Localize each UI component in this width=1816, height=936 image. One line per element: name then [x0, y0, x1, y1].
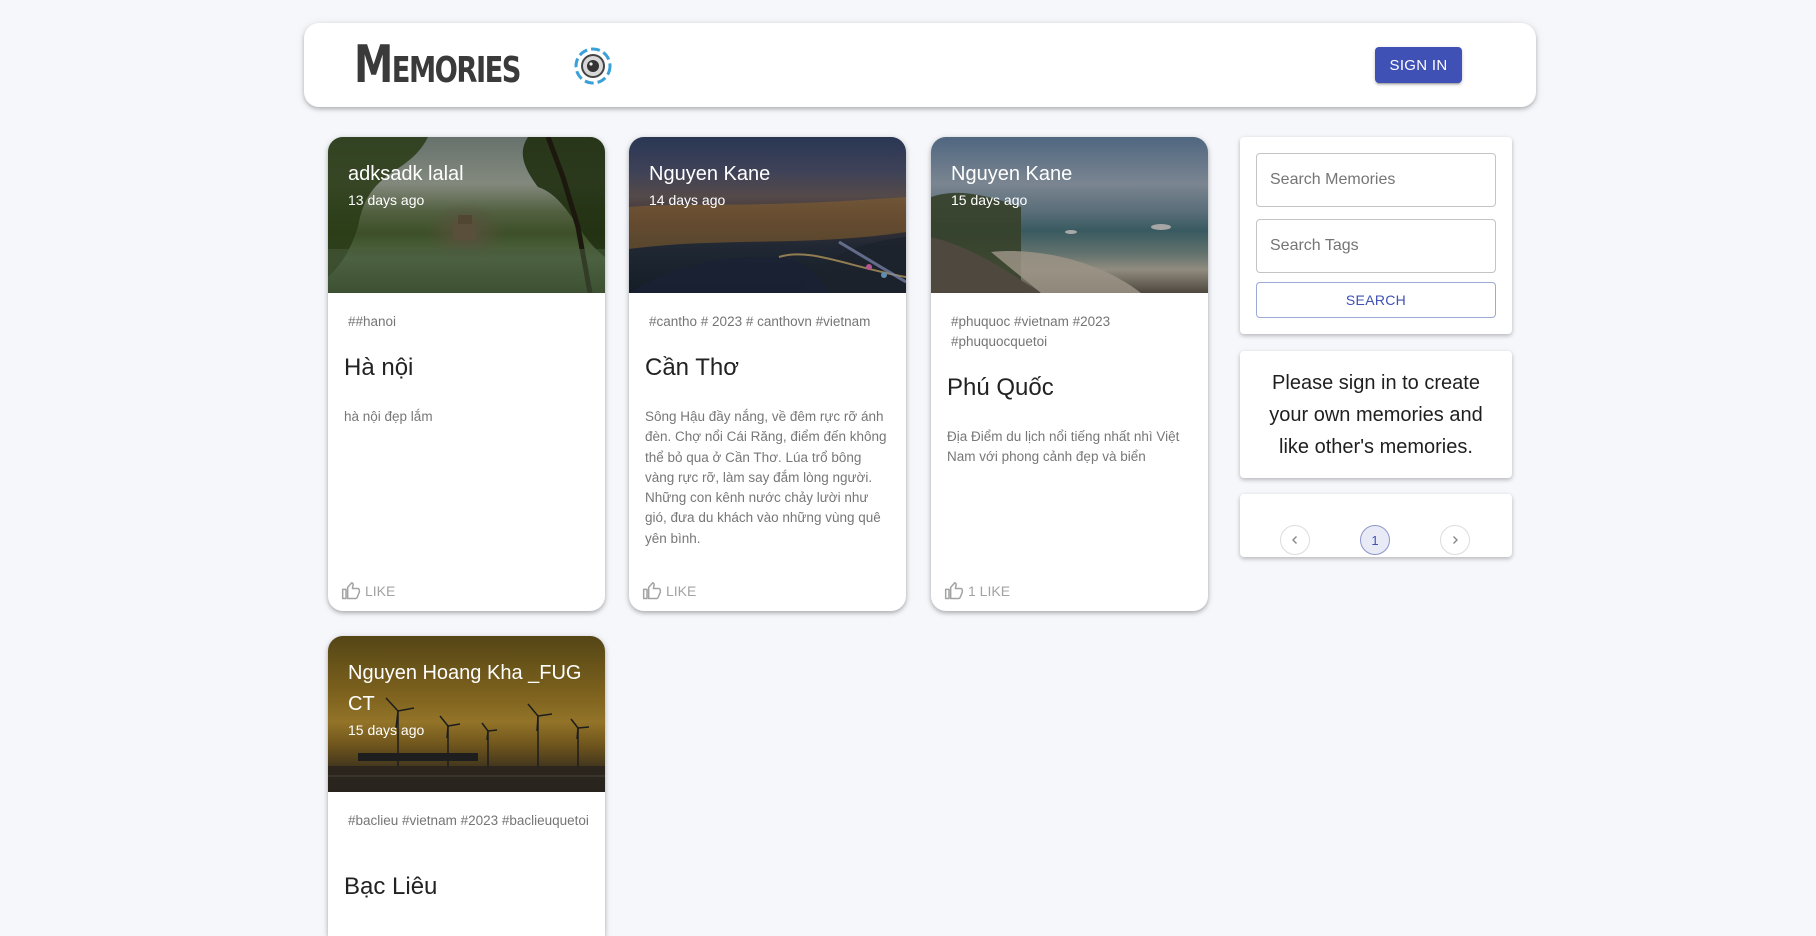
post-image: Nguyen Hoang Kha _FUG CT 15 days ago — [328, 636, 605, 792]
sign-in-button[interactable]: SIGN IN — [1375, 47, 1462, 83]
post-title: Bạc Liêu — [344, 873, 438, 900]
like-label: LIKE — [666, 583, 697, 599]
search-panel: SEARCH — [1240, 137, 1512, 334]
brand-title[interactable]: Memories — [354, 39, 522, 91]
next-page-button[interactable] — [1440, 525, 1470, 555]
post-date: 15 days ago — [348, 722, 425, 738]
post-author-name: Nguyen Hoang Kha _FUG CT — [348, 662, 582, 715]
post-image: Nguyen Kane 14 days ago — [629, 137, 906, 293]
page-button[interactable]: 1 — [1360, 525, 1390, 555]
post-title: Cần Thơ — [645, 354, 740, 381]
post-message: hà nội đẹp lắm — [344, 409, 433, 424]
like-label: 1 LIKE — [968, 583, 1011, 599]
post-author: Nguyen Hoang Kha _FUG CT 15 days ago — [348, 658, 591, 740]
thumb-up-icon — [944, 581, 964, 600]
chevron-right-icon — [1453, 536, 1458, 544]
thumb-up-icon — [341, 581, 361, 600]
post-author-name: Nguyen Kane — [649, 163, 771, 185]
search-memories-input[interactable] — [1256, 153, 1496, 207]
post-tags: #cantho # 2023 # canthovn #vietnam — [649, 314, 871, 329]
post-author-name: Nguyen Kane — [951, 163, 1073, 185]
sign-in-notice-text: Please sign in to create your own memori… — [1269, 372, 1483, 458]
like-label: LIKE — [365, 583, 396, 599]
search-tags-input[interactable] — [1256, 219, 1496, 273]
post-tags: ##hanoi — [348, 314, 397, 329]
like-button[interactable]: LIKE — [642, 580, 696, 602]
post-tags: #phuquoc #vietnam #2023 #phuquocquetoi — [951, 314, 1111, 349]
chevron-left-icon — [1292, 536, 1297, 544]
thumb-up-icon — [642, 581, 662, 600]
post-title: Phú Quốc — [947, 374, 1054, 401]
search-button[interactable]: SEARCH — [1256, 282, 1496, 318]
post-card[interactable]: Nguyen Kane 15 days ago #phuquoc #vietna… — [931, 137, 1208, 611]
app-bar: Memories SIGN IN — [304, 23, 1536, 107]
post-date: 15 days ago — [951, 192, 1028, 208]
camera-lens-icon — [574, 47, 612, 85]
post-image: adksadk lalal 13 days ago — [328, 137, 605, 293]
like-button[interactable]: LIKE — [341, 580, 395, 602]
post-date: 14 days ago — [649, 192, 726, 208]
post-card[interactable]: Nguyen Kane 14 days ago #cantho # 2023 #… — [629, 137, 906, 611]
post-tags: #baclieu #vietnam #2023 #baclieuquetoi — [348, 813, 589, 828]
post-date: 13 days ago — [348, 192, 425, 208]
post-message: Địa Điểm du lịch nổi tiếng nhất nhì Việt… — [947, 429, 1180, 465]
post-author: Nguyen Kane 15 days ago — [951, 159, 1194, 210]
post-author: Nguyen Kane 14 days ago — [649, 159, 892, 210]
post-image: Nguyen Kane 15 days ago — [931, 137, 1208, 293]
sign-in-notice: Please sign in to create your own memori… — [1240, 351, 1512, 478]
post-card[interactable]: Nguyen Hoang Kha _FUG CT 15 days ago #ba… — [328, 636, 605, 936]
like-button[interactable]: 1 LIKE — [944, 580, 1010, 602]
post-title: Hà nội — [344, 354, 414, 381]
post-message: Sông Hậu đầy nắng, về đêm rực rỡ ánh đèn… — [645, 409, 887, 546]
pagination: 1 — [1240, 494, 1512, 557]
post-author: adksadk lalal 13 days ago — [348, 159, 591, 210]
prev-page-button[interactable] — [1280, 525, 1310, 555]
post-card[interactable]: adksadk lalal 13 days ago ##hanoi Hà nội… — [328, 137, 605, 611]
post-author-name: adksadk lalal — [348, 163, 464, 185]
